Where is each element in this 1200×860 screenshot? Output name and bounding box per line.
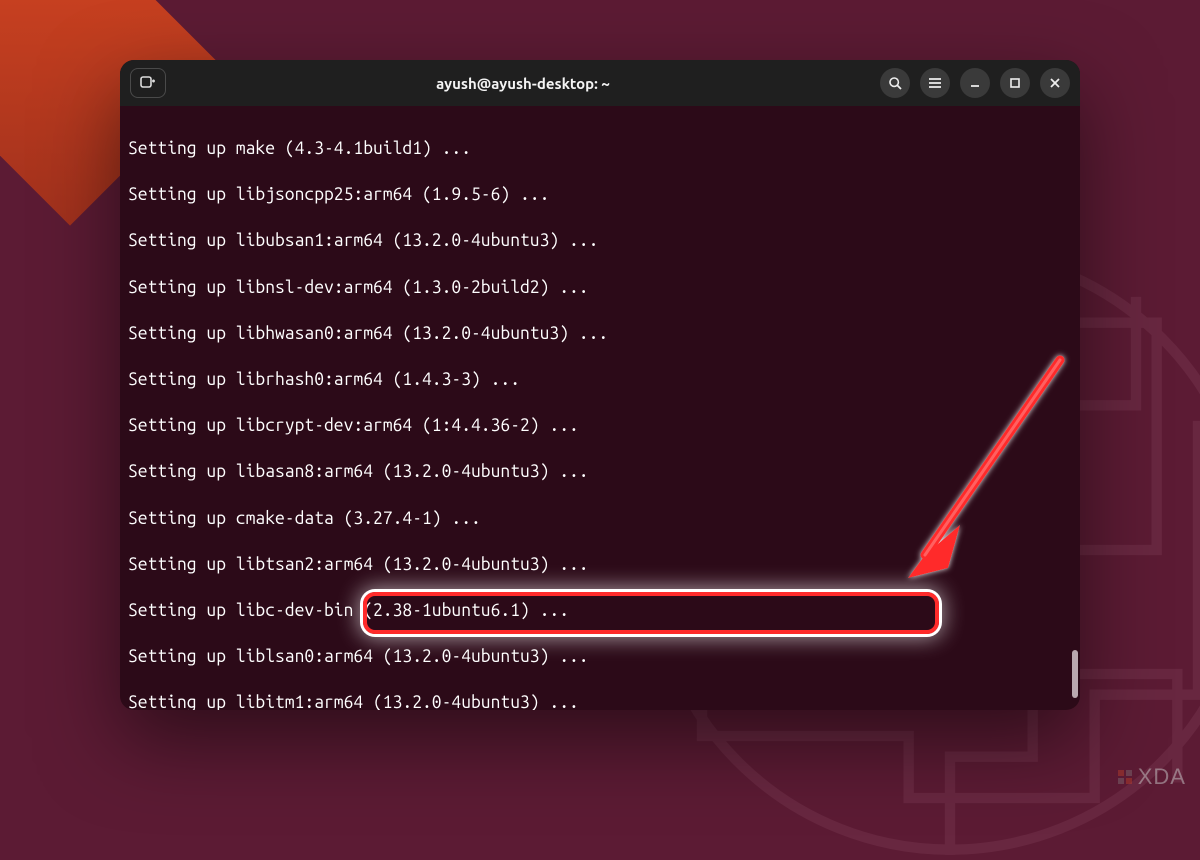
terminal-window: ayush@ayush-desktop: ~ <box>120 60 1080 710</box>
minimize-icon <box>969 77 981 89</box>
new-tab-button[interactable] <box>130 68 166 98</box>
hamburger-icon <box>928 77 942 89</box>
output-line: Setting up make (4.3-4.1build1) ... <box>128 137 1074 160</box>
watermark: XDA <box>1116 764 1186 790</box>
minimize-button[interactable] <box>960 68 990 98</box>
terminal-body[interactable]: Setting up make (4.3-4.1build1) ... Sett… <box>120 106 1080 710</box>
maximize-icon <box>1009 77 1021 89</box>
output-line: Setting up libhwasan0:arm64 (13.2.0-4ubu… <box>128 322 1074 345</box>
output-line: Setting up libasan8:arm64 (13.2.0-4ubunt… <box>128 460 1074 483</box>
search-button[interactable] <box>880 68 910 98</box>
output-line: Setting up libtsan2:arm64 (13.2.0-4ubunt… <box>128 553 1074 576</box>
new-tab-icon <box>140 76 156 90</box>
menu-button[interactable] <box>920 68 950 98</box>
output-line: Setting up cmake-data (3.27.4-1) ... <box>128 507 1074 530</box>
output-line: Setting up libnsl-dev:arm64 (1.3.0-2buil… <box>128 276 1074 299</box>
output-line: Setting up liblsan0:arm64 (13.2.0-4ubunt… <box>128 645 1074 668</box>
scrollbar-thumb[interactable] <box>1072 650 1078 698</box>
window-title: ayush@ayush-desktop: ~ <box>172 75 874 92</box>
search-icon <box>888 76 903 91</box>
window-titlebar: ayush@ayush-desktop: ~ <box>120 60 1080 106</box>
maximize-button[interactable] <box>1000 68 1030 98</box>
output-line: Setting up libubsan1:arm64 (13.2.0-4ubun… <box>128 229 1074 252</box>
close-button[interactable] <box>1040 68 1070 98</box>
output-line: Setting up libc-dev-bin (2.38-1ubuntu6.1… <box>128 599 1074 622</box>
output-line: Setting up libcrypt-dev:arm64 (1:4.4.36-… <box>128 414 1074 437</box>
output-line: Setting up librhash0:arm64 (1.4.3-3) ... <box>128 368 1074 391</box>
close-icon <box>1049 77 1061 89</box>
watermark-icon <box>1116 768 1134 786</box>
output-line: Setting up libitm1:arm64 (13.2.0-4ubuntu… <box>128 691 1074 710</box>
watermark-text: XDA <box>1138 764 1186 790</box>
output-line: Setting up libjsoncpp25:arm64 (1.9.5-6) … <box>128 183 1074 206</box>
